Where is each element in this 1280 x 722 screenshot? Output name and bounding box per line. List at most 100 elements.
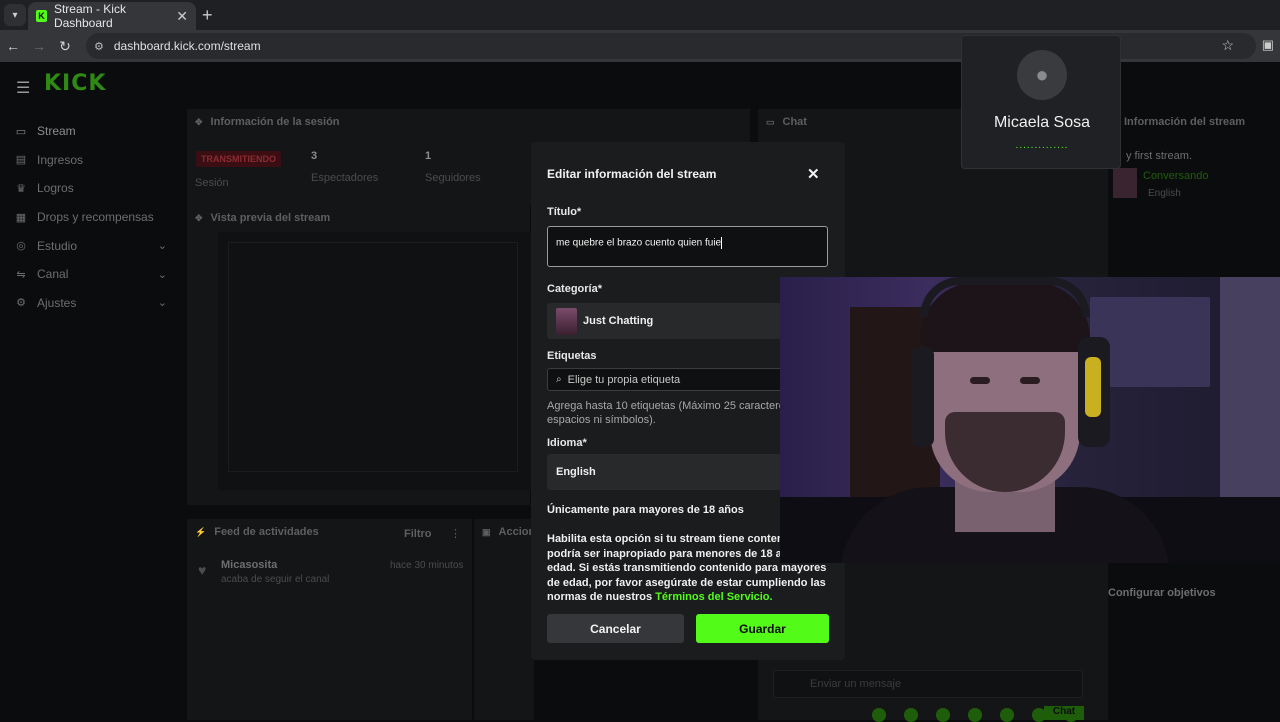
followers-count: 1 bbox=[425, 150, 432, 162]
feed-filter-button[interactable]: Filtro bbox=[404, 528, 432, 540]
feed-header: Feed de actividades bbox=[214, 526, 319, 538]
activity-feed-panel: ⚡ Feed de actividades bbox=[187, 519, 472, 720]
viewers-label: Espectadores bbox=[311, 172, 379, 184]
close-icon[interactable]: ✕ bbox=[807, 165, 820, 183]
sidebar-item-canal[interactable]: ⇋ Canal ⌄ bbox=[0, 260, 185, 289]
chat-header: Chat bbox=[782, 116, 807, 128]
hamburger-menu-icon[interactable]: ☰ bbox=[16, 78, 30, 98]
kebab-menu-icon[interactable]: ⋮ bbox=[450, 527, 461, 540]
adult-content-title: Únicamente para mayores de 18 años bbox=[547, 504, 744, 516]
panel-header: ✥ Información de la sesión bbox=[187, 109, 750, 135]
chevron-down-icon: ⌄ bbox=[157, 297, 167, 310]
kick-logo: KICK bbox=[44, 71, 107, 96]
cancel-button[interactable]: Cancelar bbox=[547, 614, 684, 643]
tab-list-chevron-icon[interactable]: ▾ bbox=[4, 4, 26, 26]
stream-info-header: Información del stream bbox=[1124, 116, 1246, 128]
sidebar-item-label: Drops y recompensas bbox=[37, 210, 154, 225]
new-tab-plus-icon[interactable]: + bbox=[202, 5, 213, 26]
panel-header: ▣ Accione bbox=[474, 519, 541, 545]
site-info-icon[interactable]: ⚙ bbox=[94, 40, 104, 53]
sidebar-item-label: Canal bbox=[37, 267, 69, 282]
sidebar-item-estudio[interactable]: ◎ Estudio ⌄ bbox=[0, 231, 185, 260]
caller-name: Micaela Sosa bbox=[993, 114, 1091, 131]
pin-icon: ✥ bbox=[195, 212, 203, 223]
video-icon: ▭ bbox=[15, 125, 27, 138]
session-header: Información de la sesión bbox=[210, 116, 340, 128]
category-value: Just Chatting bbox=[583, 315, 654, 327]
followers-label: Seguidores bbox=[425, 172, 481, 184]
browser-tab[interactable]: K Stream - Kick Dashboard ✕ bbox=[28, 2, 196, 30]
language-select[interactable]: English bbox=[547, 454, 809, 490]
title-label: Título* bbox=[547, 206, 582, 218]
tab-close-icon[interactable]: ✕ bbox=[176, 8, 188, 25]
category-thumbnail-image bbox=[556, 307, 577, 335]
save-button[interactable]: Guardar bbox=[696, 614, 829, 643]
sidebar-item-label: Ingresos bbox=[37, 152, 84, 167]
live-status-badge: TRANSMITIENDO bbox=[196, 151, 281, 167]
chat-input-placeholder: Enviar un mensaje bbox=[810, 678, 902, 690]
webcam-eye bbox=[1020, 377, 1040, 384]
chevron-down-icon: ⌄ bbox=[157, 240, 167, 253]
sidebar-item-label: Estudio bbox=[37, 238, 78, 253]
gear-icon: ⚙ bbox=[16, 297, 26, 310]
category-thumbnail bbox=[1113, 168, 1137, 198]
kick-favicon-icon: K bbox=[36, 10, 47, 22]
forward-arrow-icon[interactable]: → bbox=[26, 38, 52, 54]
headphone-accent bbox=[1085, 357, 1101, 417]
category-select[interactable]: Just Chatting bbox=[547, 303, 809, 339]
tab-title: Stream - Kick Dashboard bbox=[53, 2, 126, 30]
sidebar-item-label: Stream bbox=[37, 124, 76, 139]
chat-message-input[interactable]: Enviar un mensaje bbox=[773, 670, 1083, 698]
webcam-overlay bbox=[780, 277, 1280, 563]
tags-placeholder: Elige tu propia etiqueta bbox=[567, 373, 681, 386]
channel-icon: ⇋ bbox=[16, 268, 26, 281]
sidebar-item-ajustes[interactable]: ⚙ Ajustes ⌄ bbox=[0, 289, 185, 318]
tags-help-text: Agrega hasta 10 etiquetas (Máximo 25 car… bbox=[547, 400, 791, 426]
category-label: Categoría* bbox=[547, 283, 603, 295]
text-cursor bbox=[721, 237, 723, 249]
back-arrow-icon[interactable]: ← bbox=[0, 38, 26, 54]
terms-of-service-link[interactable]: Términos del Servicio. bbox=[655, 591, 772, 603]
bookmark-star-icon[interactable]: ☆ bbox=[1221, 37, 1234, 54]
modal-title: Editar información del stream bbox=[547, 167, 717, 181]
headphone-left bbox=[912, 347, 934, 447]
call-status-dots: .............. bbox=[1015, 140, 1069, 151]
sidebar-item-ingresos[interactable]: ▤ Ingresos bbox=[0, 146, 185, 175]
chat-send-button[interactable]: Chat bbox=[1044, 706, 1084, 720]
stream-info-language: English bbox=[1148, 188, 1181, 199]
sidebar-item-label: Ajustes bbox=[37, 295, 77, 310]
feed-item-text: acaba de seguir el canal bbox=[221, 574, 330, 585]
url-text: dashboard.kick.com/stream bbox=[113, 39, 261, 53]
sidebar-item-logros[interactable]: ♛ Logros bbox=[0, 174, 185, 203]
reload-icon[interactable]: ↻ bbox=[52, 38, 78, 55]
stream-info-title: y first stream. bbox=[1126, 150, 1193, 162]
stream-info-category[interactable]: Conversando bbox=[1143, 170, 1208, 182]
headphone-band bbox=[920, 277, 1090, 317]
tags-input[interactable]: ⌕ Elige tu propia etiqueta bbox=[547, 368, 809, 391]
person-icon: ● bbox=[1017, 50, 1067, 100]
sidebar-item-label: Logros bbox=[37, 181, 74, 196]
session-label: Sesión bbox=[195, 177, 229, 189]
sidebar: ▭ Stream ▤ Ingresos ♛ Logros ▦ Drops y recom… bbox=[0, 117, 185, 317]
configure-goals-link[interactable]: Configurar objetivos bbox=[1108, 587, 1216, 599]
pin-icon: ✥ bbox=[195, 116, 203, 127]
title-input-value: me quebre el brazo cuento quien fuie bbox=[556, 237, 722, 249]
heart-icon: ♥ bbox=[198, 562, 207, 578]
extensions-icon[interactable]: ▣ bbox=[1262, 37, 1274, 53]
sidebar-item-stream[interactable]: ▭ Stream bbox=[0, 117, 185, 146]
sidebar-item-drops[interactable]: ▦ Drops y recompensas bbox=[0, 203, 185, 232]
stream-preview-video[interactable] bbox=[218, 232, 538, 490]
feed-item-time: hace 30 minutos bbox=[390, 560, 464, 571]
call-overlay[interactable]: ● Micaela Sosa .............. bbox=[961, 35, 1121, 169]
feed-item-user[interactable]: Micasosita bbox=[221, 559, 277, 571]
browser-tab-bar: ▾ K Stream - Kick Dashboard ✕ + bbox=[0, 0, 1280, 30]
language-value: English bbox=[556, 466, 596, 478]
tags-label: Etiquetas bbox=[547, 350, 597, 362]
title-input[interactable]: me quebre el brazo cuento quien fuie bbox=[547, 226, 828, 267]
trophy-icon: ♛ bbox=[16, 182, 26, 195]
studio-icon: ◎ bbox=[16, 240, 26, 253]
search-icon: ⌕ bbox=[556, 374, 562, 385]
webcam-eye bbox=[970, 377, 990, 384]
gift-icon: ▦ bbox=[15, 211, 27, 224]
chevron-down-icon: ⌄ bbox=[157, 268, 167, 281]
